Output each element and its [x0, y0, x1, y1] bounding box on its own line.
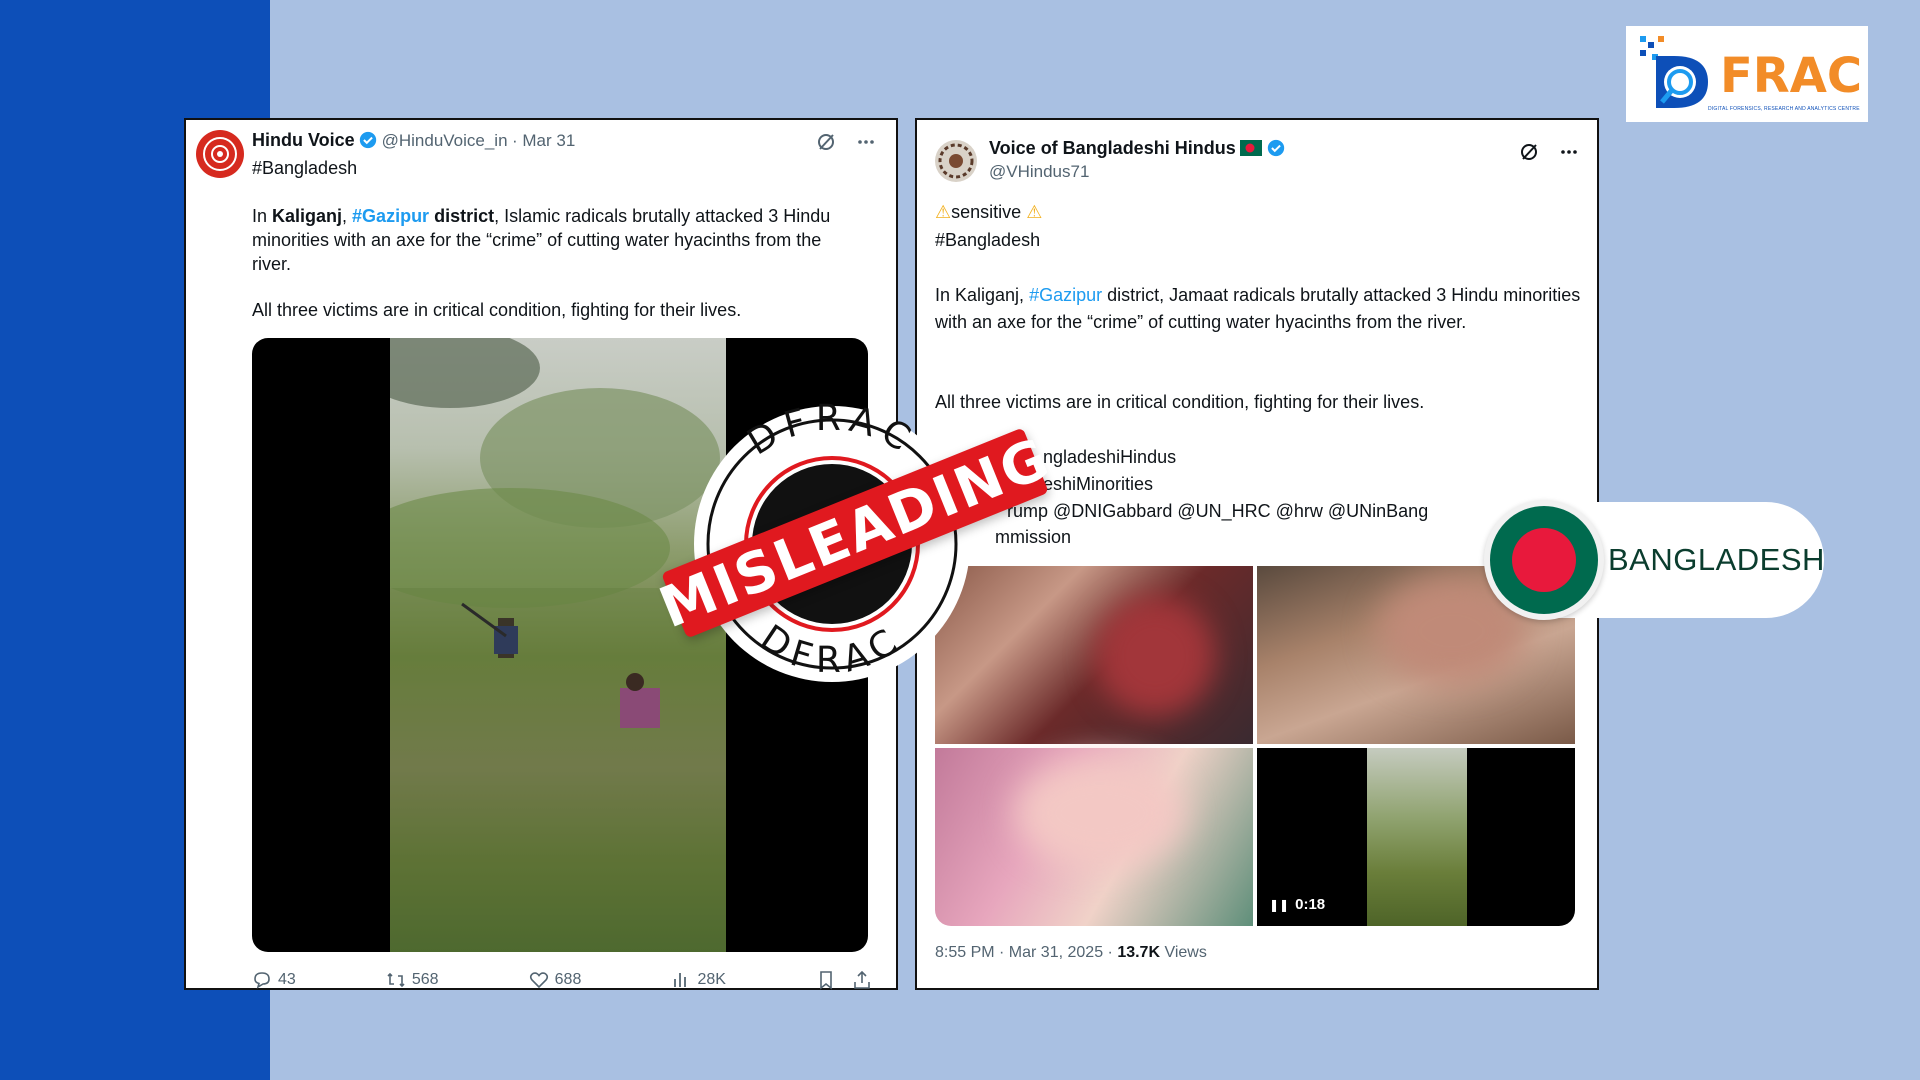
- tweet-header-actions: [816, 132, 876, 152]
- gazipur-hashtag[interactable]: #Gazipur: [352, 206, 429, 226]
- gazipur-hashtag[interactable]: #Gazipur: [1029, 285, 1102, 305]
- hashtag-link[interactable]: eshiMinorities: [1043, 471, 1176, 498]
- verified-badge-icon: [1267, 139, 1284, 157]
- video-frame: [1367, 748, 1467, 926]
- grok-icon[interactable]: [1519, 142, 1539, 162]
- views-chart-icon: [674, 973, 687, 987]
- text-span: In Kaliganj,: [935, 285, 1030, 305]
- reply-count: 43: [278, 971, 296, 988]
- bangladesh-flag-icon: [1484, 500, 1604, 620]
- video-timer: ❚❚ 0:18: [1269, 896, 1325, 913]
- more-options-icon[interactable]: [856, 132, 876, 152]
- timestamp-text[interactable]: 8:55 PM · Mar 31, 2025 ·: [935, 944, 1117, 961]
- post-date[interactable]: · Mar 31: [512, 131, 575, 150]
- tweet-paragraph-2: All three victims are in critical condit…: [252, 300, 742, 320]
- dfrac-logo: FRAC DIGITAL FORENSICS, RESEARCH AND ANA…: [1626, 26, 1868, 122]
- blurred-region: [1095, 596, 1215, 716]
- like-button[interactable]: 688: [529, 970, 582, 990]
- warning-icon: ⚠: [935, 202, 952, 222]
- author-name[interactable]: Hindu Voice: [252, 130, 355, 150]
- repost-count: 568: [411, 971, 439, 988]
- tweet-action-bar: 43 568 688 28K: [252, 968, 872, 992]
- repost-icon: [387, 972, 405, 988]
- hashtag-link[interactable]: ngladeshiHindus: [1043, 444, 1176, 471]
- sensitive-notice: ⚠sensitive ⚠: [935, 200, 1042, 224]
- grok-icon[interactable]: [816, 132, 836, 152]
- avatar-emblem-icon: [203, 137, 237, 171]
- pause-icon[interactable]: ❚❚: [1269, 898, 1289, 912]
- views-button[interactable]: 28K: [671, 970, 726, 990]
- more-options-icon[interactable]: [1559, 142, 1579, 162]
- logo-subtitle: DIGITAL FORENSICS, RESEARCH AND ANALYTIC…: [1708, 106, 1860, 112]
- text-span: In: [252, 206, 273, 226]
- tweet-paragraph-2: All three victims are in critical condit…: [935, 392, 1425, 412]
- country-tag: BANGLADESH: [1484, 500, 1825, 620]
- hashtag-link[interactable]: #Bangladesh: [935, 228, 1040, 252]
- author-handle[interactable]: @VHindus71: [989, 162, 1089, 182]
- author-handle[interactable]: @HinduVoice_in: [382, 131, 508, 150]
- media-grid: ❚❚ 0:18: [935, 566, 1575, 926]
- author-name[interactable]: Voice of Bangladeshi Hindus: [989, 138, 1236, 158]
- flag-red-disc: [1512, 528, 1576, 592]
- view-count: 28K: [697, 971, 726, 988]
- mentions-line[interactable]: rump @DNIGabbard @UN_HRC @hrw @UNinBangl…: [1007, 498, 1427, 525]
- avatar[interactable]: [196, 130, 244, 178]
- place-name: Kaliganj: [272, 206, 343, 226]
- logo-wordmark: FRAC: [1720, 48, 1863, 104]
- hashtag-link[interactable]: #Bangladesh: [252, 156, 357, 180]
- avatar-emblem-icon: [938, 143, 974, 179]
- share-icon[interactable]: [852, 970, 872, 990]
- views-count: 13.7K: [1117, 944, 1161, 961]
- repost-button[interactable]: 568: [386, 970, 439, 990]
- like-count: 688: [554, 971, 582, 988]
- avatar[interactable]: [935, 140, 977, 182]
- tweet-paragraph-1: In Kaliganj, #Gazipur district, Jamaat r…: [935, 282, 1583, 336]
- country-name: BANGLADESH: [1608, 542, 1825, 577]
- post-timestamp: 8:55 PM · Mar 31, 2025 · 13.7K Views: [935, 944, 1207, 962]
- heart-icon: [529, 972, 548, 989]
- reply-button[interactable]: 43: [252, 970, 296, 990]
- bookmark-icon[interactable]: [816, 970, 836, 990]
- text-span: ,: [342, 206, 353, 226]
- district-word: district: [429, 206, 495, 226]
- sensitive-label: sensitive: [951, 202, 1022, 222]
- verified-badge-icon: [359, 131, 377, 149]
- blurred-region: [1015, 758, 1185, 868]
- bangladesh-flag-icon: [1240, 140, 1263, 156]
- reply-icon: [254, 972, 270, 989]
- tweet-header-actions: [1519, 142, 1579, 162]
- tweet-tags-block: ngladeshiHindus eshiMinorities: [1043, 444, 1176, 498]
- media-image-3[interactable]: [935, 748, 1253, 926]
- tweet-paragraph-1: In Kaliganj, #Gazipur district, Islamic …: [252, 204, 852, 276]
- video-duration: 0:18: [1295, 896, 1326, 913]
- bookmark-share-group: [816, 970, 872, 990]
- warning-icon: ⚠: [1026, 202, 1043, 222]
- views-label: Views: [1160, 944, 1207, 961]
